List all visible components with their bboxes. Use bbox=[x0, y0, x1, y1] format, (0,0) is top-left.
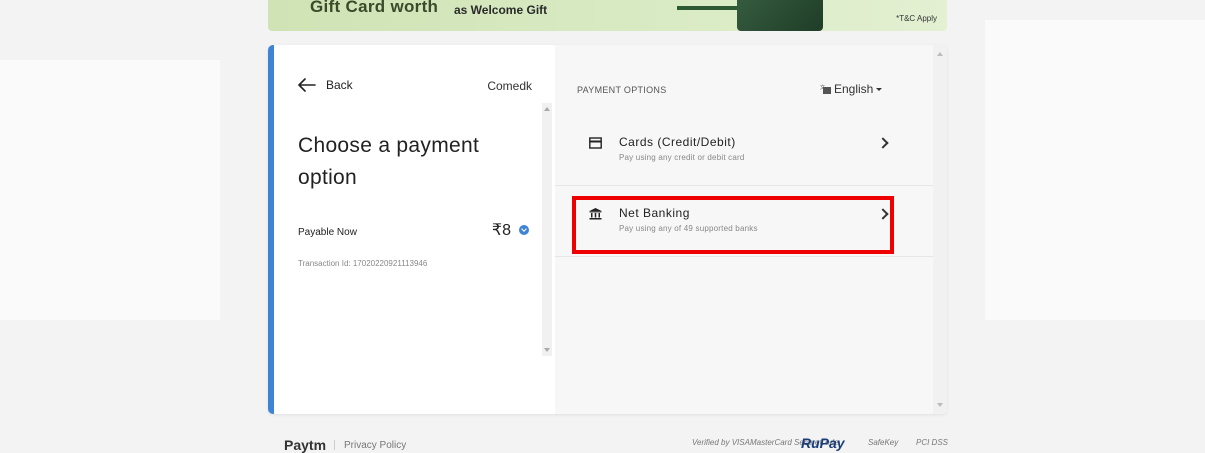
page-title: Choose a payment option bbox=[298, 134, 480, 189]
amount-value: ₹8 bbox=[491, 222, 511, 239]
payable-label: Payable Now bbox=[298, 227, 357, 238]
merchant-name: Comedk bbox=[487, 79, 532, 93]
privacy-policy-link[interactable]: Privacy Policy bbox=[344, 440, 406, 451]
option-subtitle: Pay using any credit or debit card bbox=[619, 153, 745, 162]
banner-text-right: as Welcome Gift bbox=[454, 3, 548, 17]
footer: Paytm Privacy Policy Verified by VISA Ma… bbox=[0, 430, 1205, 453]
payment-card: Back Comedk Choose a payment option Paya… bbox=[268, 45, 947, 414]
option-cards[interactable]: Cards (Credit/Debit) Pay using any credi… bbox=[555, 115, 947, 186]
paytm-logo: Paytm bbox=[284, 437, 327, 453]
credit-card-icon bbox=[589, 137, 602, 149]
scroll-down-icon[interactable] bbox=[937, 403, 943, 407]
option-net-banking[interactable]: Net Banking Pay using any of 49 supporte… bbox=[555, 186, 947, 257]
bank-icon bbox=[589, 208, 602, 220]
background-shape-right bbox=[985, 20, 1205, 320]
banner-terms: *T&C Apply bbox=[896, 14, 937, 23]
back-button[interactable]: Back bbox=[298, 78, 353, 92]
pci-dss-badge: PCI DSS bbox=[916, 438, 949, 447]
rupay-logo: RuPay bbox=[801, 435, 845, 451]
svg-text:文: 文 bbox=[820, 84, 825, 91]
safekey-badge: SafeKey bbox=[868, 438, 899, 447]
banner-text-left: Gift Card worth bbox=[310, 0, 439, 16]
promo-banner[interactable]: Gift Card worth as Welcome Gift *T&C App… bbox=[268, 0, 947, 31]
language-selector[interactable]: 文 English bbox=[820, 82, 883, 96]
payment-options-panel: PAYMENT OPTIONS 文 English Cards (Credit/… bbox=[555, 45, 947, 414]
right-scrollbar[interactable] bbox=[933, 45, 947, 414]
option-title: Net Banking bbox=[619, 206, 690, 220]
payment-options-header: PAYMENT OPTIONS bbox=[577, 85, 667, 95]
translate-icon: 文 bbox=[820, 84, 831, 94]
scroll-up-icon[interactable] bbox=[544, 107, 550, 111]
scroll-up-icon[interactable] bbox=[937, 52, 943, 56]
gift-card-image bbox=[737, 0, 823, 31]
chevron-right-icon bbox=[877, 137, 889, 149]
footer-divider bbox=[334, 440, 335, 450]
option-subtitle: Pay using any of 49 supported banks bbox=[619, 224, 758, 233]
scroll-down-icon[interactable] bbox=[544, 348, 550, 352]
option-title: Cards (Credit/Debit) bbox=[619, 135, 736, 149]
left-scrollbar[interactable] bbox=[542, 103, 552, 356]
background-shape-left bbox=[0, 60, 220, 320]
back-arrow-icon bbox=[298, 78, 316, 92]
chevron-down-icon bbox=[519, 225, 529, 235]
back-label: Back bbox=[326, 78, 353, 92]
caret-down-icon bbox=[876, 87, 883, 91]
order-summary-panel: Back Comedk Choose a payment option Paya… bbox=[274, 45, 555, 414]
verified-by-visa-badge: Verified by VISA bbox=[692, 438, 750, 447]
language-label: English bbox=[834, 82, 874, 96]
transaction-id: Transaction Id: 17020220921113946 bbox=[298, 259, 428, 268]
amount-toggle[interactable]: ₹8 bbox=[492, 220, 529, 240]
